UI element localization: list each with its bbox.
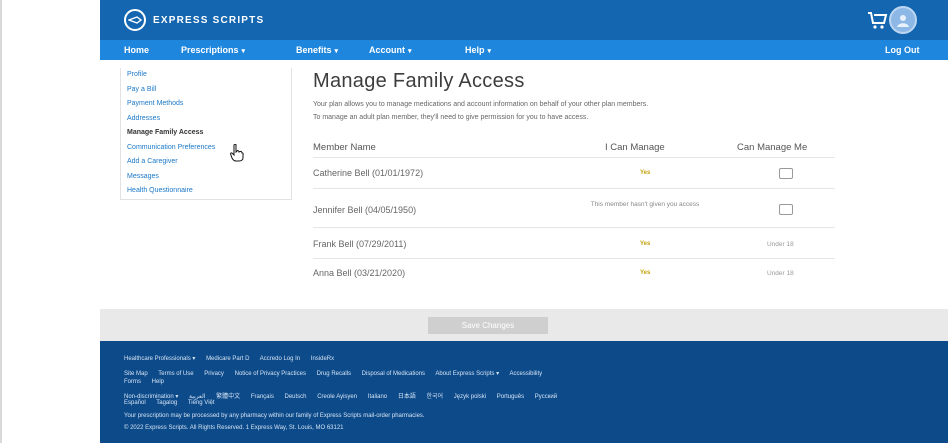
sidebar-item-messages[interactable]: Messages bbox=[121, 170, 291, 185]
chevron-down-icon: ▾ bbox=[241, 48, 246, 55]
can-manage-me-checkbox[interactable] bbox=[779, 204, 793, 215]
chevron-down-icon: ▾ bbox=[408, 48, 412, 55]
member-name: Jennifer Bell (04/05/1950) bbox=[313, 205, 417, 215]
table-header-divider bbox=[313, 157, 835, 158]
language-link[interactable]: Pусский bbox=[535, 394, 557, 400]
sidebar-item-profile[interactable]: Profile bbox=[121, 68, 291, 83]
footer-link[interactable]: Forms bbox=[124, 379, 141, 385]
footer-link[interactable]: InsideRx bbox=[311, 356, 334, 362]
i-can-manage-status: Yes bbox=[640, 241, 651, 247]
member-name: Catherine Bell (01/01/1972) bbox=[313, 168, 424, 178]
row-divider bbox=[313, 258, 835, 259]
language-link[interactable]: Italiano bbox=[368, 394, 387, 400]
cart-icon[interactable] bbox=[866, 10, 888, 30]
footer-link[interactable]: About Express Scripts ▾ bbox=[435, 371, 499, 377]
footer-link[interactable]: Drug Recalls bbox=[317, 371, 351, 377]
logout-link[interactable]: Log Out bbox=[885, 40, 920, 60]
language-link[interactable]: Français bbox=[251, 394, 274, 400]
express-scripts-logo-icon bbox=[124, 9, 146, 31]
language-link[interactable]: Español bbox=[124, 400, 146, 406]
sidebar-item-health-questionnaire[interactable]: Health Questionnaire bbox=[121, 184, 291, 199]
sidebar-item-manage-family-access[interactable]: Manage Family Access bbox=[121, 126, 291, 141]
i-can-manage-status: Yes bbox=[640, 170, 651, 176]
language-link[interactable]: Tiếng Việt bbox=[188, 400, 215, 406]
can-manage-me-status: Under 18 bbox=[767, 241, 794, 248]
chevron-down-icon: ▾ bbox=[334, 48, 339, 55]
hand-pointer-cursor-icon bbox=[230, 143, 244, 162]
footer-link[interactable]: Notice of Privacy Practices bbox=[235, 371, 306, 377]
language-link[interactable]: Język polski bbox=[454, 394, 486, 400]
nav-prescriptions[interactable]: Prescriptions ▾ bbox=[181, 40, 245, 60]
sidebar-item-addresses[interactable]: Addresses bbox=[121, 112, 291, 127]
account-sidebar: Profile Pay a Bill Payment Methods Addre… bbox=[120, 68, 292, 200]
footer-link[interactable]: Healthcare Professionals ▾ bbox=[124, 356, 195, 362]
sidebar-item-add-caregiver[interactable]: Add a Caregiver bbox=[121, 155, 291, 170]
description-line-1: Your plan allows you to manage medicatio… bbox=[313, 101, 649, 108]
footer-link[interactable]: Site Map bbox=[124, 371, 148, 377]
brand-name: EXPRESS SCRIPTS bbox=[153, 14, 265, 26]
nav-home[interactable]: Home bbox=[124, 40, 149, 60]
footer-language-row: Non-discrimination ▾ العربية 繁體中文 França… bbox=[124, 391, 566, 400]
description-line-2: To manage an adult plan member, they'll … bbox=[313, 114, 589, 121]
column-header-member-name: Member Name bbox=[313, 142, 376, 153]
sidebar-item-communication-preferences[interactable]: Communication Preferences bbox=[121, 141, 291, 156]
footer-link[interactable]: Accessibility bbox=[509, 371, 542, 377]
can-manage-me-checkbox[interactable] bbox=[779, 168, 793, 179]
sidebar-item-pay-bill[interactable]: Pay a Bill bbox=[121, 83, 291, 98]
footer-language-row-2: Español Tagalog Tiếng Việt bbox=[124, 400, 224, 406]
brand-logo[interactable]: EXPRESS SCRIPTS bbox=[124, 9, 264, 31]
main-navigation: Home Prescriptions ▾ Benefits ▾ Account ▾ H… bbox=[100, 40, 948, 60]
member-name: Frank Bell (07/29/2011) bbox=[313, 239, 407, 249]
nav-benefits[interactable]: Benefits ▾ bbox=[296, 40, 338, 60]
top-header-bar: EXPRESS SCRIPTS bbox=[100, 0, 948, 40]
member-name: Anna Bell (03/21/2020) bbox=[313, 268, 406, 278]
chevron-down-icon: ▾ bbox=[487, 48, 492, 55]
column-header-can-manage-me: Can Manage Me bbox=[737, 142, 808, 153]
save-action-bar: Save Changes bbox=[100, 309, 948, 341]
row-divider bbox=[313, 188, 835, 189]
language-link[interactable]: Tagalog bbox=[156, 400, 177, 406]
footer-links-row-1: Healthcare Professionals ▾ Medicare Part… bbox=[124, 355, 343, 362]
column-header-i-can-manage: I Can Manage bbox=[605, 142, 665, 153]
language-link[interactable]: 日本語 bbox=[398, 394, 416, 400]
language-link[interactable]: 한국어 bbox=[427, 394, 444, 400]
row-divider bbox=[313, 227, 835, 228]
footer-link[interactable]: Terms of Use bbox=[158, 371, 193, 377]
language-link[interactable]: Creole Ayisyen bbox=[317, 394, 357, 400]
save-changes-button[interactable]: Save Changes bbox=[428, 317, 548, 334]
window-edge bbox=[0, 0, 2, 443]
footer-links-row-2: Site Map Terms of Use Privacy Notice of … bbox=[124, 370, 551, 377]
footer-link[interactable]: Privacy bbox=[204, 371, 224, 377]
can-manage-me-status: Under 18 bbox=[767, 270, 794, 277]
nav-account[interactable]: Account ▾ bbox=[369, 40, 412, 60]
site-footer: Healthcare Professionals ▾ Medicare Part… bbox=[100, 341, 948, 443]
language-link[interactable]: Deutsch bbox=[285, 394, 307, 400]
user-avatar-icon[interactable] bbox=[889, 6, 917, 34]
language-link[interactable]: Português bbox=[497, 394, 524, 400]
i-can-manage-status-note: This member hasn't given you access bbox=[590, 201, 700, 208]
i-can-manage-status: Yes bbox=[640, 270, 651, 276]
copyright: © 2022 Express Scripts. All Rights Reser… bbox=[124, 425, 344, 431]
nav-help[interactable]: Help ▾ bbox=[465, 40, 491, 60]
footer-links-row-3: Forms Help bbox=[124, 379, 173, 385]
sidebar-item-payment-methods[interactable]: Payment Methods bbox=[121, 97, 291, 112]
footer-link[interactable]: Medicare Part D bbox=[206, 356, 249, 362]
page-title: Manage Family Access bbox=[313, 70, 525, 92]
footer-link[interactable]: Disposal of Medications bbox=[362, 371, 425, 377]
footer-link[interactable]: Accredo Log In bbox=[260, 356, 300, 362]
footer-link[interactable]: Help bbox=[152, 379, 164, 385]
pharmacy-notice: Your prescription may be processed by an… bbox=[124, 413, 425, 419]
